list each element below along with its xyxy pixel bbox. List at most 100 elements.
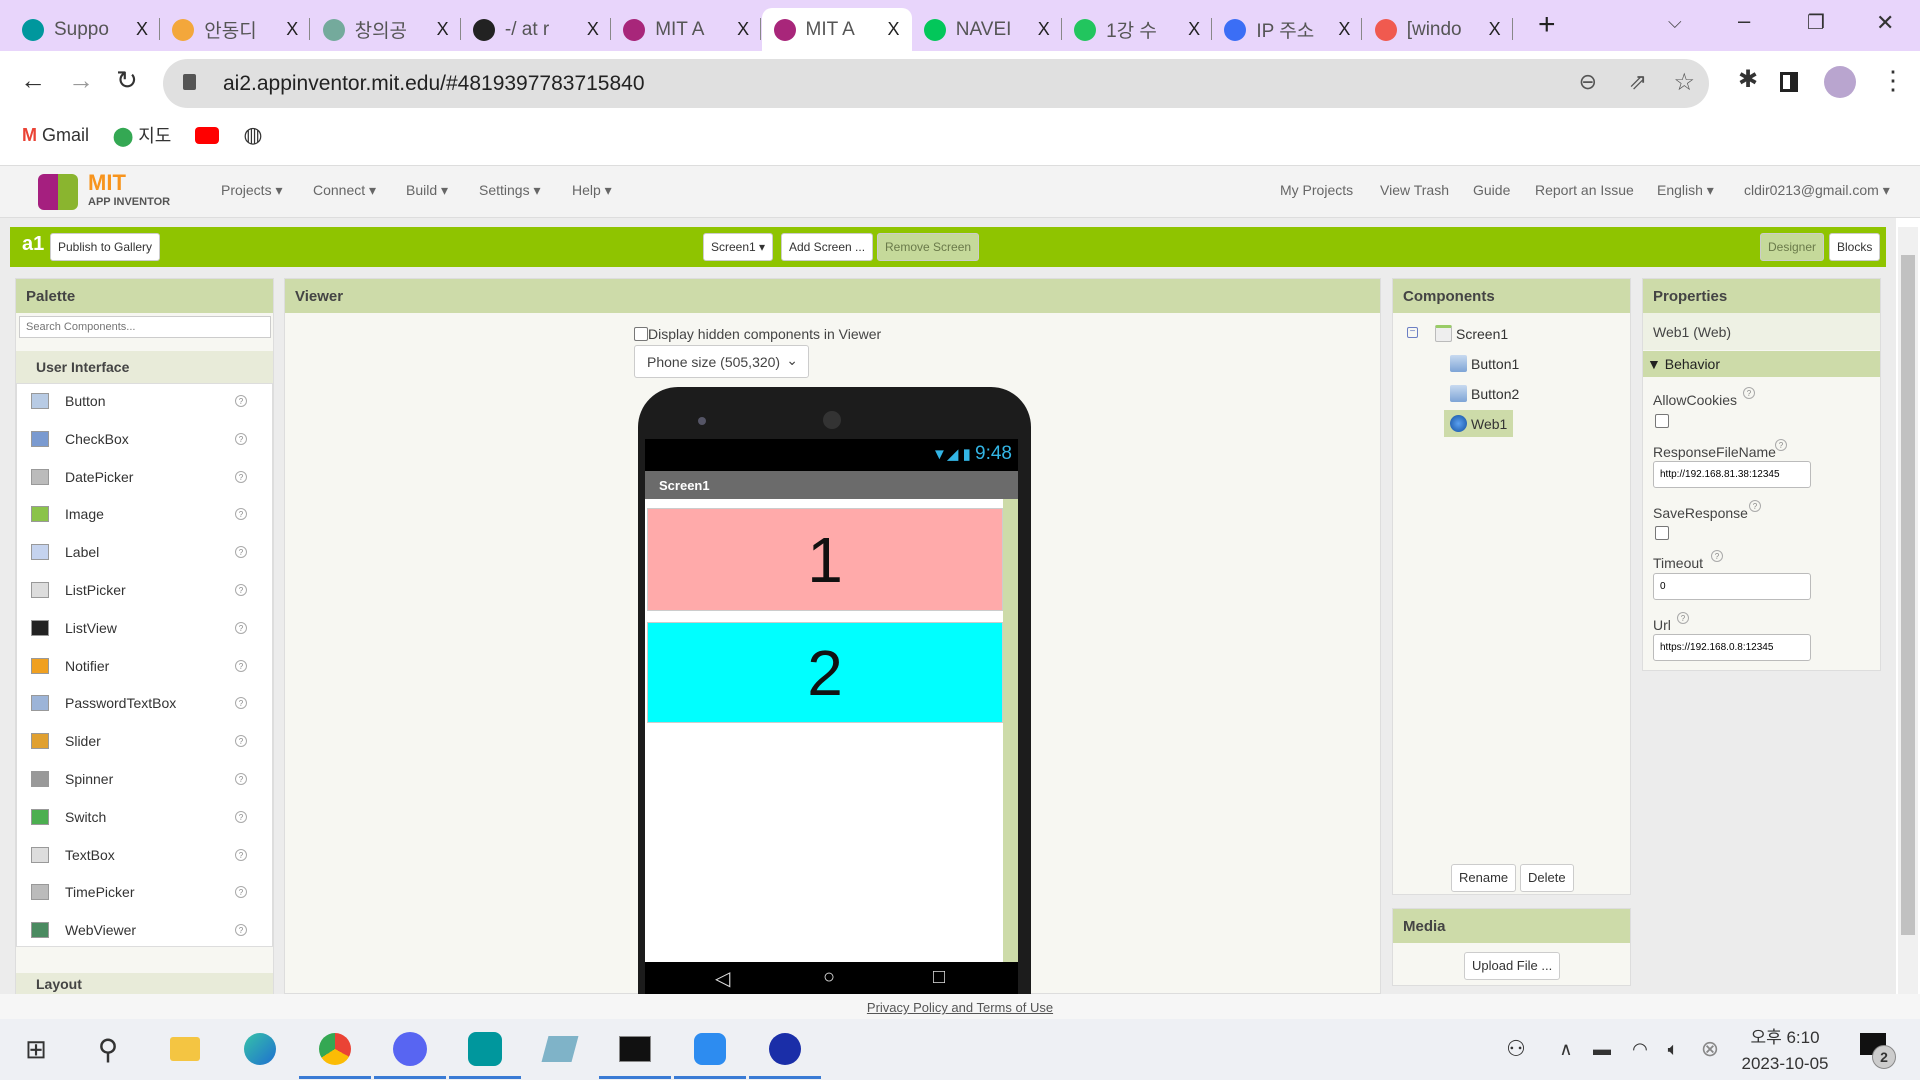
browser-tab[interactable]: 안동디 X — [160, 8, 311, 51]
link-guide[interactable]: Guide — [1473, 182, 1510, 198]
behavior-group[interactable]: ▼ Behavior — [1643, 351, 1880, 377]
help-icon[interactable]: ? — [1775, 439, 1787, 451]
tree-button2[interactable]: Button2 — [1450, 385, 1519, 402]
back-icon[interactable]: ← — [20, 65, 46, 96]
publish-gallery-button[interactable]: Publish to Gallery — [50, 233, 161, 261]
notifications-icon[interactable]: 2 — [1860, 1033, 1896, 1069]
privacy-link[interactable]: Privacy Policy and Terms of Use — [867, 1000, 1053, 1015]
palette-item-textbox[interactable]: TextBox? — [17, 840, 255, 870]
palette-item-datepicker[interactable]: DatePicker? — [17, 462, 255, 492]
palette-item-listpicker[interactable]: ListPicker? — [17, 575, 255, 605]
menu-help[interactable]: Help ▾ — [572, 182, 612, 199]
menu-projects[interactable]: Projects ▾ — [221, 182, 283, 199]
menu-build[interactable]: Build ▾ — [406, 182, 448, 199]
browser-tab[interactable]: 1강 수 X — [1062, 8, 1213, 51]
palette-item-button[interactable]: Button? — [17, 386, 255, 416]
restore-icon[interactable]: ❐ — [1807, 10, 1825, 35]
bookmark-maps[interactable]: ⬤ 지도 — [113, 122, 171, 148]
help-icon[interactable]: ? — [1749, 500, 1761, 512]
side-panel-icon[interactable] — [1780, 72, 1798, 92]
allow-cookies-checkbox[interactable] — [1655, 414, 1669, 428]
edge-icon[interactable] — [240, 1029, 280, 1069]
media-player-icon[interactable] — [749, 1029, 821, 1079]
rename-button[interactable]: Rename — [1451, 864, 1517, 892]
tab-close-icon[interactable]: X — [887, 19, 899, 40]
share-icon[interactable]: ⇗ — [1629, 69, 1647, 95]
tab-close-icon[interactable]: X — [136, 19, 148, 40]
bookmark-gmail[interactable]: M Gmail — [22, 125, 89, 146]
help-icon[interactable]: ? — [235, 584, 247, 596]
help-icon[interactable]: ? — [235, 621, 247, 634]
file-explorer-icon[interactable] — [165, 1029, 205, 1069]
remote-app-icon[interactable] — [674, 1029, 746, 1079]
help-icon[interactable]: ? — [235, 848, 247, 861]
help-icon[interactable]: ? — [235, 432, 247, 445]
browser-tab[interactable]: [windo X — [1363, 8, 1513, 51]
palette-item-label[interactable]: Label? — [17, 537, 255, 567]
palette-item-slider[interactable]: Slider? — [17, 726, 255, 756]
minimize-icon[interactable]: – — [1738, 8, 1750, 34]
terminal-icon[interactable] — [599, 1029, 671, 1079]
zoom-out-icon[interactable]: ⊖ — [1579, 69, 1597, 95]
windows-start-icon[interactable]: ⊞ — [16, 1029, 56, 1069]
tab-close-icon[interactable]: X — [286, 19, 298, 40]
bookmark-star-icon[interactable]: ☆ — [1673, 68, 1695, 97]
link-my-projects[interactable]: My Projects — [1280, 182, 1353, 198]
tab-close-icon[interactable]: X — [1038, 19, 1050, 40]
remove-screen-button[interactable]: Remove Screen — [877, 233, 980, 261]
url-bar[interactable]: ai2.appinventor.mit.edu/#481939778371584… — [163, 59, 1709, 108]
tab-close-icon[interactable]: X — [437, 19, 449, 40]
show-hidden-icons[interactable]: ∧ — [1546, 1029, 1586, 1069]
browser-tab[interactable]: IP 주소 X — [1212, 8, 1363, 51]
url-input[interactable] — [1653, 634, 1811, 661]
designer-button[interactable]: Designer — [1760, 233, 1825, 261]
upload-file-button[interactable]: Upload File ... — [1464, 952, 1561, 980]
discord-icon[interactable] — [374, 1029, 446, 1079]
menu-settings[interactable]: Settings ▾ — [479, 182, 541, 199]
help-icon[interactable]: ? — [235, 697, 247, 710]
browser-tab[interactable]: -/ at r X — [461, 8, 611, 51]
browser-tab[interactable]: Suppo X — [10, 8, 160, 51]
extensions-icon[interactable]: ✱ — [1738, 65, 1758, 94]
scrollbar-thumb[interactable] — [1901, 255, 1915, 935]
save-response-checkbox[interactable] — [1655, 526, 1669, 540]
add-screen-button[interactable]: Add Screen ... — [781, 233, 874, 261]
browser-tab[interactable]: NAVEI X — [912, 8, 1062, 51]
search-components-input[interactable] — [19, 316, 271, 338]
tab-close-icon[interactable]: X — [1188, 19, 1200, 40]
collapse-icon[interactable]: − — [1407, 327, 1418, 338]
browser-tab[interactable]: MIT A X — [761, 8, 912, 51]
browser-tab[interactable]: MIT A X — [611, 8, 762, 51]
link-view-trash[interactable]: View Trash — [1380, 182, 1449, 198]
button1-preview[interactable]: 1 — [647, 508, 1003, 611]
blocks-button[interactable]: Blocks — [1829, 233, 1881, 261]
chrome-icon[interactable] — [299, 1029, 371, 1079]
page-scrollbar[interactable] — [1898, 227, 1918, 994]
tree-screen1[interactable]: Screen1 — [1435, 325, 1508, 342]
display-hidden-toggle[interactable]: Display hidden components in Viewer — [634, 326, 881, 342]
palette-item-listview[interactable]: ListView? — [17, 613, 255, 643]
tab-close-icon[interactable]: X — [587, 19, 599, 40]
help-icon[interactable]: ? — [235, 773, 247, 785]
screen-scrollbar[interactable] — [1003, 499, 1018, 962]
profile-avatar[interactable] — [1824, 66, 1856, 98]
account-menu[interactable]: cldir0213@gmail.com ▾ — [1744, 182, 1890, 199]
forward-icon[interactable]: → — [68, 65, 94, 96]
window-close-icon[interactable]: ✕ — [1876, 10, 1894, 36]
help-icon[interactable]: ? — [235, 659, 247, 672]
battery-icon[interactable]: ▬ — [1582, 1029, 1622, 1069]
palette-item-webviewer[interactable]: WebViewer? — [17, 915, 255, 945]
app-inventor-logo[interactable]: MIT APP INVENTOR — [38, 170, 178, 214]
help-icon[interactable]: ? — [235, 395, 247, 407]
help-icon[interactable]: ? — [1711, 550, 1723, 562]
help-icon[interactable]: ? — [235, 546, 247, 559]
arduino-icon[interactable] — [449, 1029, 521, 1079]
new-tab-button[interactable]: + — [1538, 8, 1556, 42]
menu-icon[interactable]: ⋮ — [1880, 65, 1906, 96]
search-icon[interactable]: ⚲ — [88, 1029, 128, 1069]
phone-size-select[interactable]: Phone size (505,320) ⌄ — [634, 345, 809, 378]
help-icon[interactable]: ? — [1743, 387, 1755, 399]
help-icon[interactable]: ? — [1677, 612, 1689, 624]
volume-icon[interactable]: 🔈︎ — [1653, 1029, 1693, 1069]
browser-tab[interactable]: 창의공 X — [311, 8, 461, 51]
